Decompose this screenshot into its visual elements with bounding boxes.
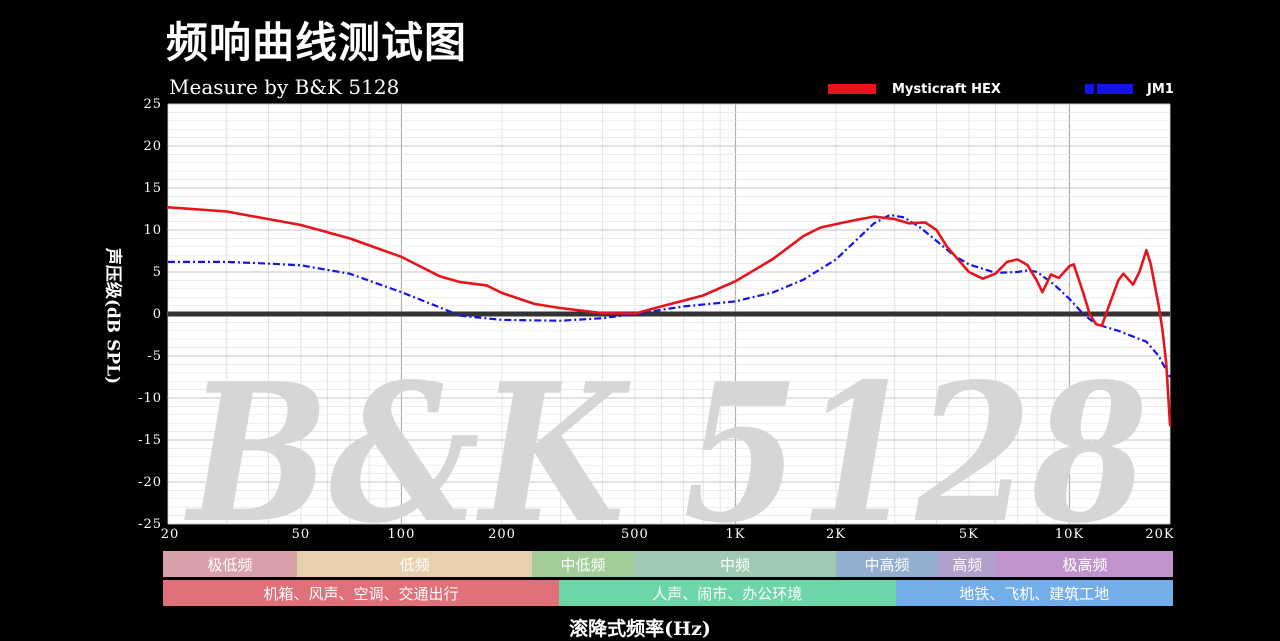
y-tick-label: -15 [138,433,162,448]
y-tick-label: 25 [143,97,162,112]
noise-scene-label: 人声、闹市、办公环境 [558,580,896,606]
x-axis-label: 滚降式频率(Hz) [569,618,711,640]
x-tick-label: 20 [161,527,180,542]
frequency-band-label: 中高频 [836,551,938,577]
x-tick-label: 2K [826,527,846,542]
y-tick-label: 0 [153,307,162,322]
x-tick-label: 200 [488,527,516,542]
frequency-bands: 极低频 低频 中低频 中频 中高频 高频 极高频 [163,551,1173,577]
y-tick-label: 15 [143,181,162,196]
x-tick-label: 5K [959,527,979,542]
y-tick-label: 20 [143,139,162,154]
y-tick-label: -20 [138,475,162,490]
frequency-band-label: 高频 [937,551,997,577]
noise-scene-label: 机箱、风声、空调、交通出行 [163,580,559,606]
y-tick-label: 5 [153,265,162,280]
frequency-response-chart: B&K 5128 20 50 100 200 500 1K 2K 5K 10K 20K252015… [138,97,1174,565]
frequency-band-label: 极高频 [996,551,1173,577]
y-tick-label: -25 [138,517,162,532]
x-tick-label: 500 [621,527,649,542]
x-tick-label: 1K [725,527,745,542]
frequency-band-label: 中频 [633,551,837,577]
y-tick-label: -10 [138,391,162,406]
y-tick-label: 10 [143,223,162,238]
x-tick-label: 20K [1145,527,1174,542]
watermark: B&K 5128 [184,342,1148,565]
x-tick-label: 50 [292,527,311,542]
y-tick-label: -5 [147,349,162,364]
y-axis-label: 声压级(dB SPL) [102,247,123,385]
frequency-band-label: 极低频 [163,551,297,577]
noise-scenes: 机箱、风声、空调、交通出行 人声、闹市、办公环境 地铁、飞机、建筑工地 [163,580,1173,606]
frequency-band-label: 中低频 [532,551,634,577]
x-tick-label: 100 [388,527,416,542]
x-tick-label: 10K [1055,527,1084,542]
frequency-band-label: 低频 [296,551,533,577]
noise-scene-label: 地铁、飞机、建筑工地 [895,580,1173,606]
